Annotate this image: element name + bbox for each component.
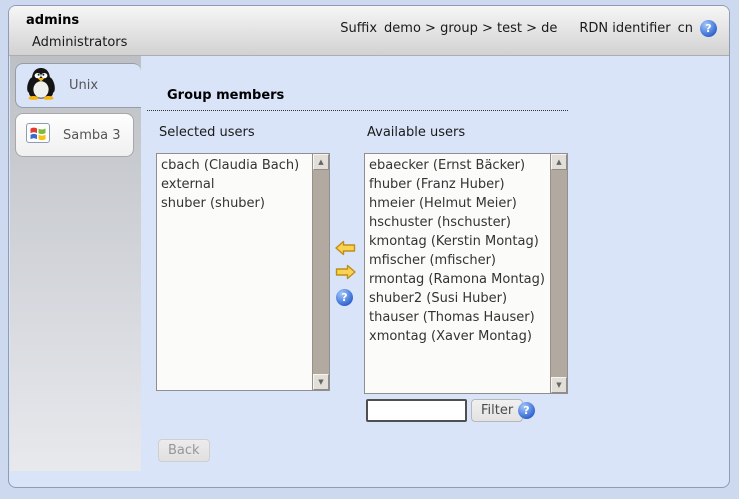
scroll-down-icon: ▼: [556, 381, 561, 389]
tab-samba3-label: Samba 3: [63, 128, 121, 143]
tab-unix-label: Unix: [69, 78, 98, 93]
module-sidebar: Unix Samba 3: [10, 56, 141, 471]
scroll-up-button[interactable]: ▲: [551, 154, 567, 170]
page-subtitle: Administrators: [32, 35, 127, 50]
list-item[interactable]: fhuber (Franz Huber): [369, 175, 550, 194]
windows-icon: [26, 123, 50, 147]
header-right: Suffix demo > group > test > de RDN iden…: [340, 20, 717, 37]
help-icon[interactable]: ?: [518, 402, 535, 419]
list-item[interactable]: external: [161, 175, 312, 194]
scroll-down-icon: ▼: [318, 378, 323, 386]
tux-icon: [26, 67, 56, 104]
section-title: Group members: [147, 88, 568, 111]
list-item[interactable]: hmeier (Helmut Meier): [369, 194, 550, 213]
available-users-listbox[interactable]: ebaecker (Ernst Bäcker)fhuber (Franz Hub…: [364, 153, 568, 394]
rdn-label: RDN identifier: [579, 21, 670, 36]
list-item[interactable]: ebaecker (Ernst Bäcker): [369, 156, 550, 175]
members-help[interactable]: ?: [336, 289, 358, 306]
tab-samba3[interactable]: Samba 3: [15, 113, 134, 157]
scroll-up-icon: ▲: [318, 158, 323, 166]
scroll-up-button[interactable]: ▲: [313, 154, 329, 170]
list-item[interactable]: thauser (Thomas Hauser): [369, 308, 550, 327]
filter-help[interactable]: ?: [518, 402, 535, 419]
selected-users-list: cbach (Claudia Bach)externalshuber (shub…: [157, 154, 312, 390]
list-item[interactable]: hschuster (hschuster): [369, 213, 550, 232]
filter-input[interactable]: [366, 399, 467, 422]
add-users-arrow-left-icon[interactable]: [335, 240, 357, 260]
list-item[interactable]: mfischer (mfischer): [369, 251, 550, 270]
scroll-down-button[interactable]: ▼: [551, 377, 567, 393]
back-button[interactable]: Back: [158, 439, 210, 462]
page-title: admins: [26, 13, 79, 28]
suffix-value: demo > group > test > de: [384, 21, 557, 36]
selected-users-listbox[interactable]: cbach (Claudia Bach)externalshuber (shub…: [156, 153, 330, 391]
suffix-label: Suffix: [340, 21, 377, 36]
list-item[interactable]: rmontag (Ramona Montag): [369, 270, 550, 289]
header: admins Administrators Suffix demo > grou…: [9, 6, 729, 56]
available-users-list: ebaecker (Ernst Bäcker)fhuber (Franz Hub…: [365, 154, 550, 393]
rdn-value: cn: [678, 21, 693, 36]
selected-users-label: Selected users: [159, 125, 255, 140]
scroll-up-icon: ▲: [556, 158, 561, 166]
list-item[interactable]: xmontag (Xaver Montag): [369, 327, 550, 346]
group-edit-window: admins Administrators Suffix demo > grou…: [8, 5, 730, 488]
remove-users-arrow-right-icon[interactable]: [335, 264, 357, 284]
list-item[interactable]: shuber (shuber): [161, 194, 312, 213]
tab-unix[interactable]: Unix: [15, 63, 141, 108]
scroll-down-button[interactable]: ▼: [313, 374, 329, 390]
rdn-help-icon[interactable]: ?: [700, 20, 717, 37]
list-item[interactable]: kmontag (Kerstin Montag): [369, 232, 550, 251]
available-users-scrollbar[interactable]: ▲ ▼: [550, 154, 567, 393]
list-item[interactable]: shuber2 (Susi Huber): [369, 289, 550, 308]
available-users-label: Available users: [367, 125, 465, 140]
filter-button[interactable]: Filter: [471, 399, 523, 422]
selected-users-scrollbar[interactable]: ▲ ▼: [312, 154, 329, 390]
help-icon[interactable]: ?: [336, 289, 353, 306]
list-item[interactable]: cbach (Claudia Bach): [161, 156, 312, 175]
